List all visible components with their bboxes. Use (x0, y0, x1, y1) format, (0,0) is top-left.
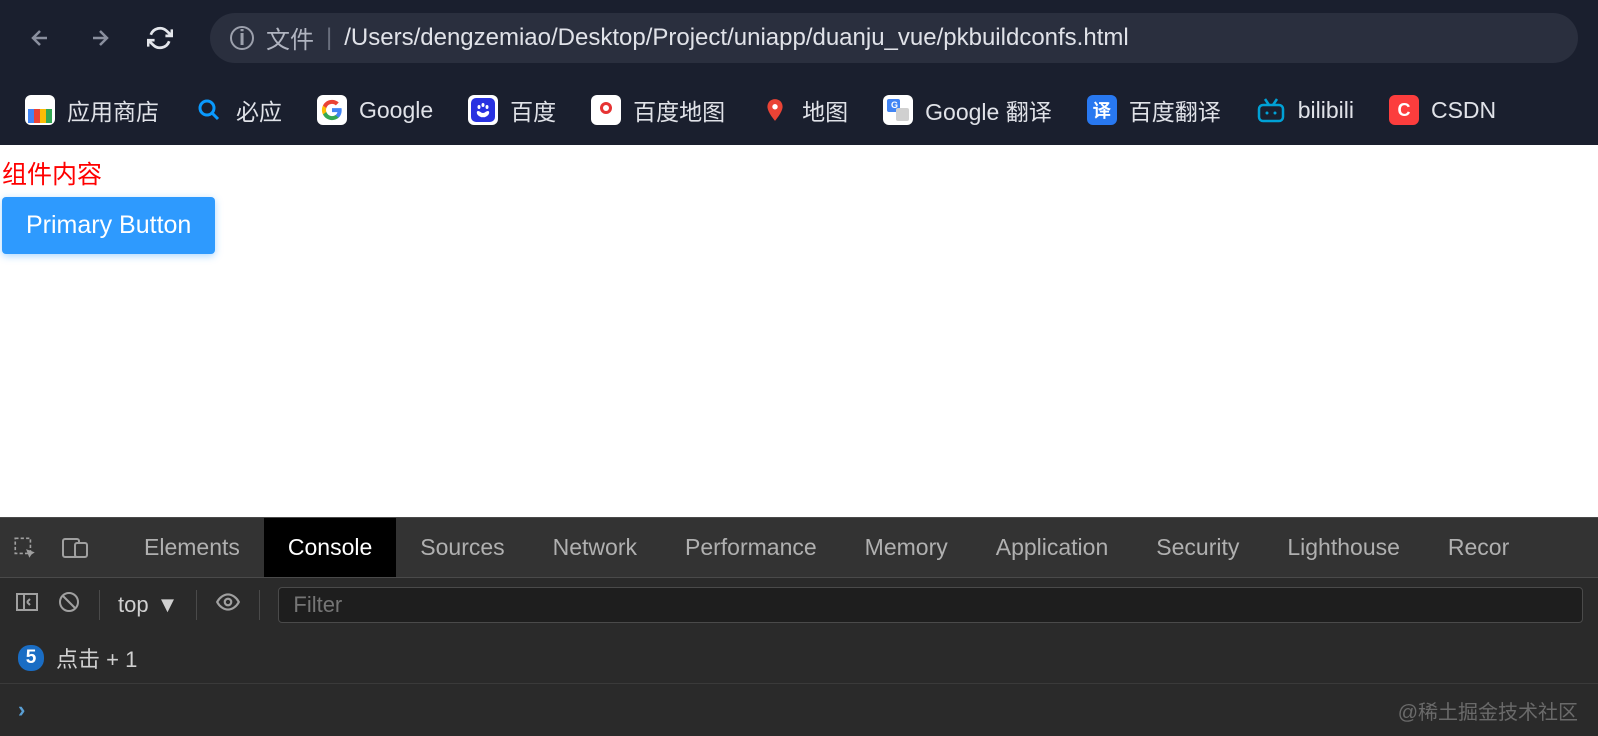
bookmark-label: 必应 (236, 93, 282, 127)
gtranslate-icon: G (883, 95, 913, 125)
tab-application[interactable]: Application (972, 518, 1133, 578)
log-count-badge: 5 (18, 645, 44, 671)
url-divider: | (326, 24, 332, 52)
bookmark-map[interactable]: 地图 (760, 93, 848, 127)
back-button[interactable] (20, 18, 60, 58)
bookmark-appstore[interactable]: 应用商店 (25, 93, 159, 127)
store-icon (25, 95, 55, 125)
tab-sources[interactable]: Sources (396, 518, 528, 578)
devtools-tabs: Elements Console Sources Network Perform… (0, 517, 1598, 577)
search-icon (194, 95, 224, 125)
bookmark-label: Google 翻译 (925, 93, 1052, 127)
console-prompt[interactable]: › @稀土掘金技术社区 (0, 684, 1598, 736)
bookmark-google[interactable]: Google (317, 95, 433, 125)
divider (99, 590, 100, 620)
log-message: 点击 + 1 (56, 642, 137, 674)
bookmark-baidumap[interactable]: 百度地图 (591, 93, 725, 127)
context-label: top (118, 592, 149, 618)
bookmarks-bar: 应用商店 必应 Google 百度 百度地图 地图 G Google 翻译 (0, 75, 1598, 145)
tab-performance[interactable]: Performance (661, 518, 841, 578)
address-bar: i 文件 | /Users/dengzemiao/Desktop/Project… (0, 0, 1598, 75)
clear-console-icon[interactable] (57, 590, 81, 621)
sidebar-toggle-icon[interactable] (15, 590, 39, 621)
baidumap-icon (591, 95, 621, 125)
divider (196, 590, 197, 620)
bookmark-label: 百度 (510, 93, 556, 127)
url-path: /Users/dengzemiao/Desktop/Project/uniapp… (344, 24, 1128, 52)
filter-input[interactable] (278, 587, 1583, 623)
component-label: 组件内容 (2, 155, 1598, 191)
tab-elements[interactable]: Elements (120, 518, 264, 578)
reload-button[interactable] (140, 18, 180, 58)
bookmark-label: CSDN (1431, 97, 1496, 124)
tab-network[interactable]: Network (529, 518, 661, 578)
bookmark-label: 地图 (802, 93, 848, 127)
live-expression-icon[interactable] (215, 589, 241, 622)
bookmark-baidu[interactable]: 百度 (468, 93, 556, 127)
baidu-icon (468, 95, 498, 125)
tab-security[interactable]: Security (1132, 518, 1263, 578)
divider (259, 590, 260, 620)
page-content: 组件内容 Primary Button (0, 145, 1598, 517)
bookmark-gtranslate[interactable]: G Google 翻译 (883, 93, 1052, 127)
url-bar[interactable]: i 文件 | /Users/dengzemiao/Desktop/Project… (210, 13, 1578, 63)
console-log-row: 5 点击 + 1 (0, 632, 1598, 684)
tab-lighthouse[interactable]: Lighthouse (1263, 518, 1424, 578)
primary-button[interactable]: Primary Button (2, 197, 215, 254)
bookmark-label: 应用商店 (67, 93, 159, 127)
csdn-icon: C (1389, 95, 1419, 125)
bookmark-csdn[interactable]: C CSDN (1389, 95, 1496, 125)
device-toolbar-icon[interactable] (50, 528, 100, 568)
bookmark-bilibili[interactable]: bilibili (1256, 95, 1354, 125)
console-toolbar: top ▼ (0, 577, 1598, 632)
watermark: @稀土掘金技术社区 (1398, 696, 1578, 725)
map-pin-icon (760, 95, 790, 125)
info-icon: i (230, 26, 254, 50)
btranslate-icon: 译 (1087, 95, 1117, 125)
inspect-element-icon[interactable] (0, 528, 50, 568)
bookmark-label: bilibili (1298, 97, 1354, 124)
tab-recorder[interactable]: Recor (1424, 518, 1533, 578)
context-selector[interactable]: top ▼ (118, 592, 178, 618)
google-icon (317, 95, 347, 125)
tab-console[interactable]: Console (264, 518, 396, 578)
bookmark-bing[interactable]: 必应 (194, 93, 282, 127)
bookmark-label: 百度地图 (633, 93, 725, 127)
bookmark-btranslate[interactable]: 译 百度翻译 (1087, 93, 1221, 127)
bookmark-label: Google (359, 97, 433, 124)
tab-memory[interactable]: Memory (841, 518, 972, 578)
svg-text:G: G (891, 100, 898, 110)
url-label: 文件 (266, 20, 314, 55)
chevron-down-icon: ▼ (157, 592, 179, 618)
devtools-panel: Elements Console Sources Network Perform… (0, 517, 1598, 736)
prompt-arrow-icon: › (18, 697, 25, 723)
forward-button[interactable] (80, 18, 120, 58)
bilibili-icon (1256, 95, 1286, 125)
bookmark-label: 百度翻译 (1129, 93, 1221, 127)
